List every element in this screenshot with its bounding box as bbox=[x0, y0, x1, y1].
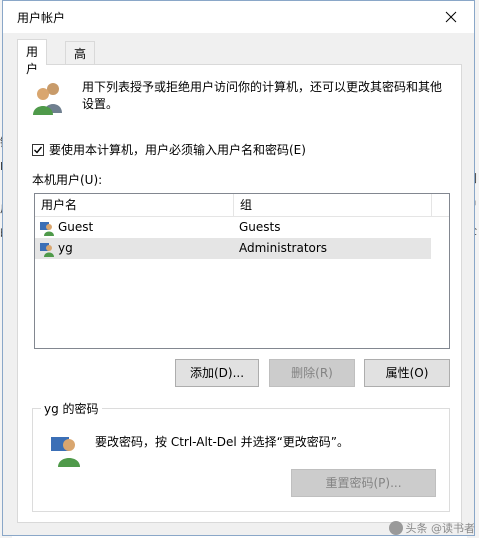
user-group: Administrators bbox=[239, 241, 328, 255]
tab-advanced[interactable]: 高级 bbox=[65, 41, 96, 78]
close-icon bbox=[445, 11, 457, 23]
title-bar[interactable]: 用户帐户 bbox=[3, 1, 474, 33]
user-icon bbox=[40, 221, 54, 236]
properties-button[interactable]: 属性(O) bbox=[364, 359, 450, 387]
tab-users[interactable]: 用户 bbox=[17, 39, 48, 76]
users-list[interactable]: 用户名 组 Guest Guests yg Administrators bbox=[34, 193, 450, 349]
row-name-cell: Guest bbox=[39, 217, 93, 238]
user-accounts-dialog: 用户帐户 用户 高级 用下列表授予或拒绝用户访问你的计算机，还可以更改其密码和其… bbox=[2, 0, 475, 536]
require-password-checkbox[interactable] bbox=[32, 143, 44, 156]
window-title: 用户帐户 bbox=[17, 11, 66, 25]
require-password-checkbox-row[interactable]: 要使用本计算机，用户必须输入用户名和密码(E) bbox=[32, 141, 306, 158]
password-group: yg 的密码 要改密码，按 Ctrl-Alt-Del 并选择“更改密码”。 重置… bbox=[32, 400, 450, 512]
watermark: 头条 @读书者 bbox=[388, 520, 476, 536]
local-users-label: 本机用户(U): bbox=[32, 173, 103, 187]
row-name-cell: yg bbox=[39, 238, 73, 259]
require-password-label[interactable]: 要使用本计算机，用户必须输入用户名和密码(E) bbox=[49, 141, 306, 158]
checkmark-icon bbox=[34, 146, 43, 154]
column-header-group[interactable]: 组 bbox=[234, 194, 432, 216]
watermark-text: 头条 @读书者 bbox=[405, 522, 476, 535]
users-tab-panel: 用下列表授予或拒绝用户访问你的计算机，还可以更改其密码和其他设置。 要使用本计算… bbox=[17, 64, 462, 523]
password-group-title: yg 的密码 bbox=[41, 400, 102, 417]
list-header: 用户名 组 bbox=[35, 194, 449, 217]
reset-password-button[interactable]: 重置密码(P)... bbox=[291, 469, 436, 497]
user-icon bbox=[40, 242, 54, 257]
watermark-logo-icon bbox=[388, 521, 403, 535]
column-header-username[interactable]: 用户名 bbox=[35, 194, 234, 216]
table-row[interactable]: Guest Guests bbox=[35, 217, 449, 238]
user-group: Guests bbox=[239, 220, 281, 234]
user-password-icon bbox=[51, 437, 80, 467]
user-name: Guest bbox=[58, 220, 94, 234]
remove-button[interactable]: 删除(R) bbox=[269, 359, 355, 387]
intro-text: 用下列表授予或拒绝用户访问你的计算机，还可以更改其密码和其他设置。 bbox=[82, 80, 443, 111]
close-button[interactable] bbox=[428, 1, 474, 33]
add-button[interactable]: 添加(D)... bbox=[175, 359, 259, 387]
users-group-icon bbox=[33, 83, 62, 115]
user-name: yg bbox=[58, 241, 73, 255]
table-row[interactable]: yg Administrators bbox=[35, 238, 431, 259]
password-change-hint: 要改密码，按 Ctrl-Alt-Del 并选择“更改密码”。 bbox=[95, 435, 350, 449]
